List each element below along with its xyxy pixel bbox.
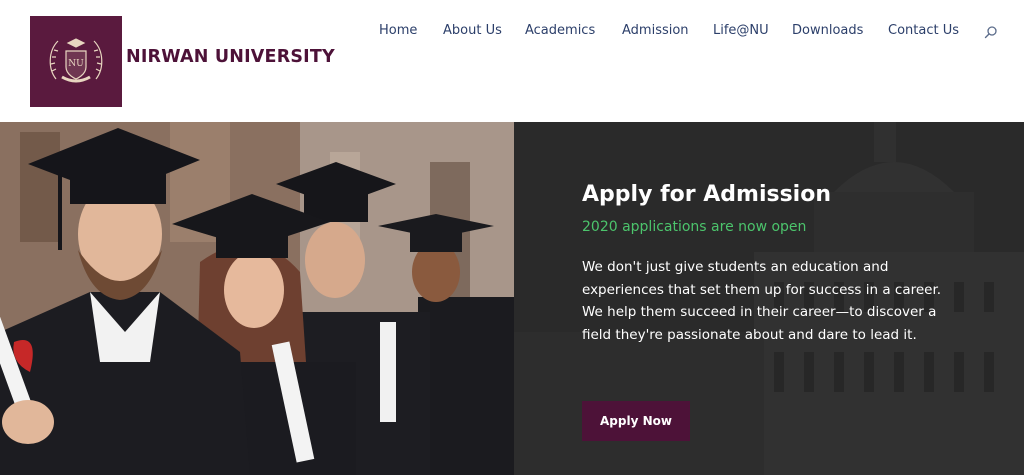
university-logo[interactable]: NU — [30, 16, 122, 107]
nav-about-us[interactable]: About Us — [443, 23, 502, 38]
nav-academics[interactable]: Academics — [525, 23, 595, 38]
svg-text:NU: NU — [68, 59, 84, 69]
graduates-photo — [0, 122, 514, 475]
crest-icon: NU — [49, 38, 103, 83]
apply-now-button[interactable]: Apply Now — [582, 401, 690, 441]
site-header: NU NIRWAN UNIVERSITY Home About Us Acade… — [0, 0, 1024, 122]
university-name[interactable]: NIRWAN UNIVERSITY — [126, 47, 335, 67]
hero-description: We don't just give students an education… — [582, 259, 942, 343]
hero-section: Apply for Admission 2020 applications ar… — [0, 122, 1024, 475]
nav-home[interactable]: Home — [379, 23, 417, 38]
nav-downloads[interactable]: Downloads — [792, 23, 863, 38]
nav-admission[interactable]: Admission — [622, 23, 689, 38]
search-icon[interactable] — [984, 25, 998, 39]
hero-title: Apply for Admission — [582, 182, 832, 207]
nav-contact-us[interactable]: Contact Us — [888, 23, 959, 38]
nav-life-at-nu[interactable]: Life@NU — [713, 23, 769, 38]
hero-subtitle: 2020 applications are now open — [582, 219, 807, 235]
